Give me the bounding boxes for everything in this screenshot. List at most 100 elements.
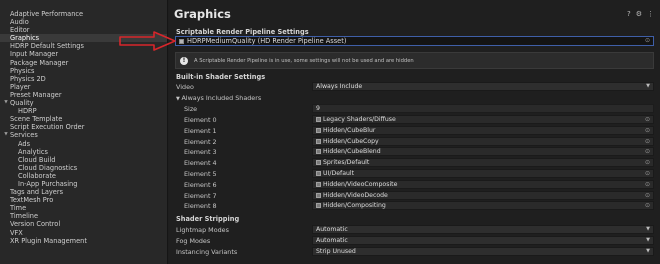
sidebar-item[interactable]: Time [0, 204, 167, 212]
element-label: Element 6 [184, 180, 217, 189]
object-picker-icon[interactable]: ⊙ [645, 159, 650, 166]
always-included-foldout[interactable]: ▼ Always Included Shaders [169, 93, 660, 103]
element-label: Element 7 [184, 191, 217, 200]
sidebar-item[interactable]: In-App Purchasing [0, 180, 167, 188]
element-label: Element 8 [184, 202, 217, 211]
object-picker-icon[interactable]: ⊙ [645, 202, 650, 209]
shader-element-row: Element 3 Hidden/CubeBlend ⊙ [169, 147, 660, 157]
settings-icon[interactable]: ⚙ [636, 10, 642, 18]
sidebar-item[interactable]: XR Plugin Management [0, 237, 167, 245]
sidebar-item[interactable]: Package Manager [0, 59, 167, 67]
shader-icon [316, 117, 321, 122]
sidebar-item[interactable]: ▼ Services [0, 131, 167, 139]
sidebar-item[interactable]: TextMesh Pro [0, 196, 167, 204]
size-label: Size [184, 105, 198, 113]
sidebar-item-label: Analytics [18, 147, 48, 156]
shader-icon [316, 181, 321, 187]
sidebar-item-label: Cloud Diagnostics [18, 163, 78, 172]
shader-element-row: Element 6 Hidden/VideoComposite ⊙ [169, 179, 660, 190]
sidebar-item-label: VFX [10, 228, 23, 237]
shader-reference-field[interactable]: Legacy Shaders/Diffuse ⊙ [312, 115, 654, 124]
sidebar-item[interactable]: Player [0, 83, 167, 91]
builtin-section-label: Built-in Shader Settings [176, 73, 266, 81]
sidebar-item-label: Input Manager [10, 50, 59, 59]
sidebar-item-label: Physics 2D [10, 74, 46, 83]
shader-reference-field[interactable]: Hidden/VideoComposite ⊙ [312, 179, 654, 189]
page-title: Graphics [174, 7, 231, 21]
sidebar-item-label: Package Manager [10, 58, 69, 67]
sidebar-item[interactable]: VFX [0, 229, 167, 237]
sidebar-item[interactable]: Scene Template [0, 115, 167, 123]
graphics-settings-panel: Graphics ? ⚙ ⋮ Scriptable Render Pipelin… [169, 0, 660, 264]
stripping-row: Fog Modes Automatic ▼ [169, 236, 660, 246]
sidebar-item[interactable]: Preset Manager [0, 91, 167, 99]
sidebar-item[interactable]: Tags and Layers [0, 188, 167, 196]
stripping-label: Instancing Variants [176, 248, 238, 256]
shader-reference-field[interactable]: Hidden/VideoDecode ⊙ [312, 190, 654, 200]
sidebar-item[interactable]: Physics 2D [0, 75, 167, 83]
chevron-down-icon: ▼ [646, 226, 650, 232]
sidebar-item[interactable]: Adaptive Performance [0, 10, 167, 18]
sidebar-item[interactable]: HDRP [0, 107, 167, 115]
sidebar-item[interactable]: Physics [0, 67, 167, 75]
element-label: Element 2 [184, 137, 217, 146]
sidebar-item-label: Version Control [10, 220, 61, 229]
sidebar-item[interactable]: Version Control [0, 220, 167, 228]
sidebar-item[interactable]: Ads [0, 140, 167, 148]
stripping-dropdown[interactable]: Automatic ▼ [312, 236, 654, 245]
object-picker-icon[interactable]: ⊙ [645, 192, 650, 199]
video-dropdown[interactable]: Always Include ▼ [312, 82, 654, 91]
shader-icon [316, 160, 321, 166]
object-picker-icon[interactable]: ⊙ [645, 181, 650, 188]
render-pipeline-asset-field[interactable]: HDRPMediumQuality (HD Render Pipeline As… [175, 36, 654, 46]
shader-name: Hidden/VideoComposite [323, 180, 398, 188]
sidebar-item-label: Physics [10, 66, 35, 75]
shader-element-row: Element 1 Hidden/CubeBlur ⊙ [169, 125, 660, 136]
chevron-down-icon: ▼ [646, 248, 650, 254]
sidebar-item[interactable]: Cloud Build [0, 156, 167, 164]
shader-reference-field[interactable]: UI/Default ⊙ [312, 169, 654, 178]
sidebar-item-label: Graphics [10, 34, 40, 43]
sidebar-item-label: HDRP Default Settings [10, 42, 84, 51]
stripping-label: Lightmap Modes [176, 226, 229, 234]
sidebar-item-label: Script Execution Order [10, 123, 85, 132]
sidebar-item-label: Collaborate [18, 171, 56, 180]
sidebar-item-label: Services [10, 131, 38, 140]
object-picker-icon[interactable]: ⊙ [645, 127, 650, 134]
help-icon[interactable]: ? [627, 10, 631, 18]
sidebar-item[interactable]: ▼ Quality [0, 99, 167, 107]
pipeline-section-label: Scriptable Render Pipeline Settings [176, 28, 309, 36]
sidebar-item[interactable]: Audio [0, 18, 167, 26]
object-picker-icon[interactable]: ⊙ [645, 148, 650, 155]
shader-reference-field[interactable]: Hidden/CubeBlend ⊙ [312, 147, 654, 157]
sidebar-item[interactable]: Timeline [0, 212, 167, 220]
shader-reference-field[interactable]: Hidden/CubeCopy ⊙ [312, 136, 654, 146]
object-picker-icon[interactable]: ⊙ [645, 170, 650, 177]
shader-reference-field[interactable]: Sprites/Default ⊙ [312, 158, 654, 168]
menu-icon[interactable]: ⋮ [647, 10, 654, 18]
size-input[interactable]: 9 [312, 104, 654, 113]
shader-reference-field[interactable]: Hidden/CubeBlur ⊙ [312, 125, 654, 135]
expand-arrow-icon[interactable]: ▼ [2, 99, 10, 107]
stripping-dropdown[interactable]: Strip Unused ▼ [312, 247, 654, 256]
shader-reference-field[interactable]: Hidden/Compositing ⊙ [312, 201, 654, 211]
object-picker-icon[interactable]: ⊙ [645, 37, 650, 45]
sidebar-item[interactable]: Analytics [0, 148, 167, 156]
element-label: Element 5 [184, 170, 217, 178]
shader-icon [316, 192, 321, 198]
sidebar-item-label: Scene Template [10, 115, 63, 124]
sidebar-item[interactable]: Collaborate [0, 172, 167, 180]
sidebar-item-label: Quality [10, 99, 34, 108]
object-picker-icon[interactable]: ⊙ [645, 138, 650, 145]
stripping-dropdown[interactable]: Automatic ▼ [312, 225, 654, 234]
object-picker-icon[interactable]: ⊙ [645, 116, 650, 123]
foldout-label: ▼ Always Included Shaders [176, 94, 262, 102]
sidebar-item[interactable]: Script Execution Order [0, 123, 167, 131]
element-label: Element 3 [184, 148, 217, 157]
video-label: Video [176, 83, 194, 91]
shader-element-row: Element 7 Hidden/VideoDecode ⊙ [169, 190, 660, 201]
shader-name: Hidden/CubeCopy [323, 137, 379, 145]
sidebar-item-label: Cloud Build [18, 155, 56, 164]
sidebar-item[interactable]: Cloud Diagnostics [0, 164, 167, 172]
expand-arrow-icon[interactable]: ▼ [2, 131, 10, 139]
